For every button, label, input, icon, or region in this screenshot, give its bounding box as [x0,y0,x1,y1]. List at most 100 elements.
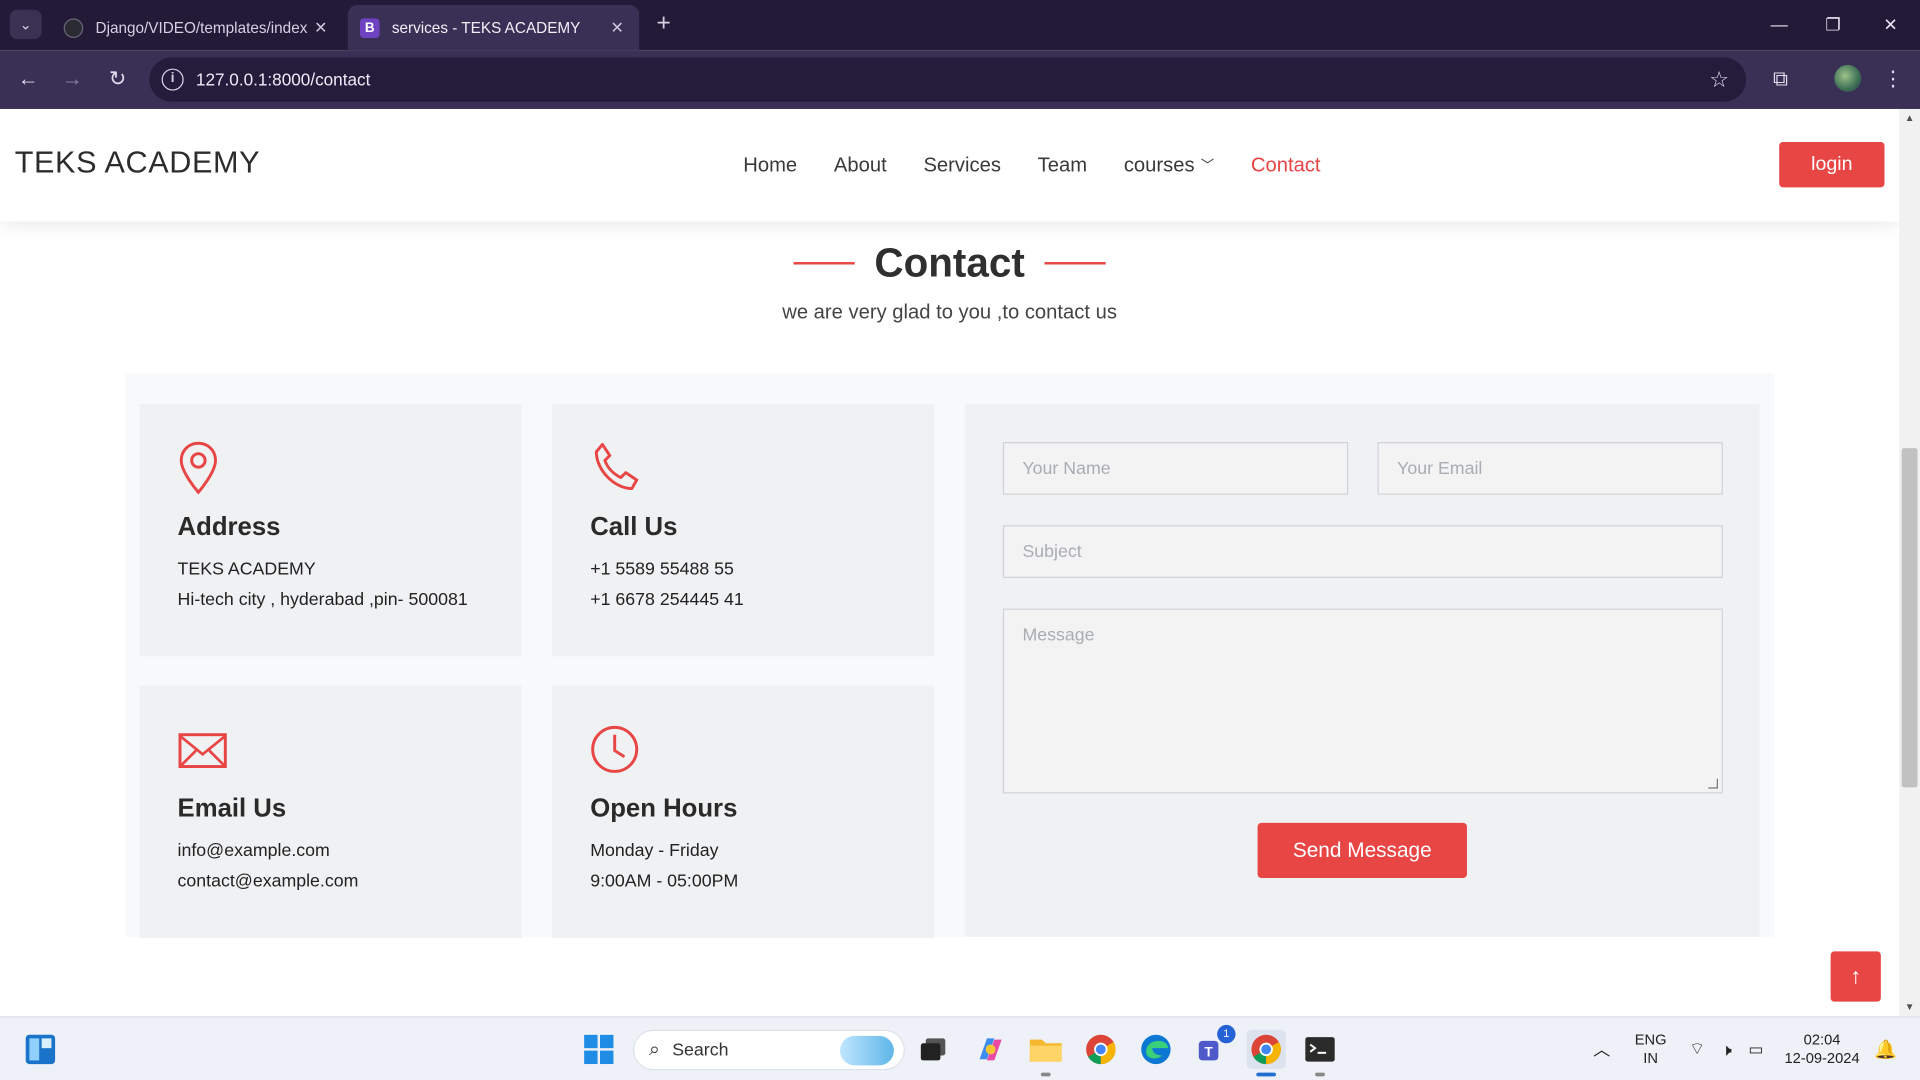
url-text[interactable]: 127.0.0.1:8000/contact [196,58,370,102]
main-nav: Home About Services Team courses ﹀ Contac… [725,109,1339,222]
box-title: Email Us [177,794,287,823]
box-line: +1 6678 254445 41 [590,590,744,610]
message-placeholder: Message [1022,625,1095,646]
profile-avatar[interactable] [1834,64,1862,92]
login-button[interactable]: login [1779,142,1885,188]
nav-label: Services [923,153,1001,176]
chevron-up-icon[interactable]: ︿ [1582,1030,1621,1069]
info-box-email: Email Us info@example.com contact@example… [139,685,522,938]
clock[interactable]: 02:04 12-09-2024 [1778,1031,1866,1068]
clock-icon [590,722,896,776]
tab-search-button[interactable]: ⌄ [9,9,42,40]
close-tab-icon[interactable]: ✕ [311,18,331,38]
minimize-icon[interactable]: — [1755,10,1804,39]
running-indicator [1315,1072,1325,1077]
nav-label: courses [1123,153,1195,176]
file-explorer-icon[interactable] [1026,1030,1065,1077]
close-window-icon[interactable]: ✕ [1866,10,1915,39]
section-title-block: Contact we are very glad to you ,to cont… [0,240,1899,324]
new-tab-button[interactable]: + [649,10,678,39]
info-box-address: Address TEKS ACADEMY Hi-tech city , hyder… [139,404,522,657]
task-view-icon[interactable] [913,1030,952,1069]
box-line: contact@example.com [177,871,359,892]
back-to-top-button[interactable]: ↑ [1830,951,1881,1002]
widgets-icon[interactable] [21,1030,60,1069]
taskbar-search[interactable]: ⌕ Search [633,1029,905,1071]
nav-contact[interactable]: Contact [1233,154,1339,177]
scrollbar-thumb[interactable] [1901,448,1918,788]
address-bar[interactable]: i 127.0.0.1:8000/contact ☆ [149,57,1747,102]
envelope-icon [178,722,484,776]
restore-icon[interactable]: ❐ [1809,10,1858,39]
terminal-icon[interactable] [1300,1030,1339,1077]
nav-label: Contact [1250,153,1321,176]
box-title: Address [177,513,281,542]
bootstrap-icon: B [360,17,380,38]
nav-home[interactable]: Home [725,154,816,177]
box-line: +1 5589 55488 55 [590,559,734,580]
windows-start-icon[interactable] [579,1030,618,1069]
section-title: Contact [774,240,1125,287]
message-textarea[interactable]: Message [1002,608,1723,794]
nav-team[interactable]: Team [1019,154,1105,177]
nav-courses-dropdown[interactable]: courses ﹀ [1105,154,1232,177]
section-subtitle: we are very glad to you ,to contact us [782,301,1117,324]
nav-label: Home [743,153,798,176]
menu-kebab-icon[interactable]: ⋮ [1877,65,1909,94]
email-input[interactable]: Your Email [1377,442,1723,495]
running-indicator [1040,1072,1051,1077]
scroll-down-arrow-icon[interactable]: ▼ [1899,1002,1920,1013]
chrome-icon[interactable] [1081,1030,1120,1069]
date-text: 12-09-2024 [1784,1049,1860,1067]
browser-tab-active[interactable]: B services - TEKS ACADEMY ✕ [347,4,640,51]
title-line-left [793,262,855,265]
edge-icon[interactable] [1136,1030,1175,1069]
notification-badge: 1 [1217,1024,1236,1044]
notification-bell-icon[interactable]: 🔔 [1866,1030,1905,1069]
site-logo[interactable]: TEKS ACADEMY [15,146,261,182]
contact-form: Your Name Your Email Subject Message Sen… [964,404,1760,937]
browser-toolbar: ← → ↻ i 127.0.0.1:8000/contact ☆ ⧉ ⋮ [0,50,1920,109]
subject-input[interactable]: Subject [1002,525,1723,578]
search-icon: ⌕ [648,1038,660,1060]
box-line: Hi-tech city , hyderabad ,pin- 500081 [177,590,468,610]
language-indicator[interactable]: ENG IN [1629,1031,1673,1068]
windows-taskbar: ⌕ Search T 1 ︿ ENG IN ⌔ 🕨 ▭ 02:04 12-09-… [0,1016,1920,1080]
teams-icon[interactable]: T 1 [1193,1024,1236,1069]
lang-line2: IN [1643,1049,1658,1067]
name-input[interactable]: Your Name [1002,442,1349,495]
time-text: 02:04 [1803,1031,1841,1049]
nav-about[interactable]: About [816,154,906,177]
back-icon[interactable]: ← [12,65,44,94]
search-highlight-icon [840,1035,894,1066]
svg-text:T: T [1204,1045,1213,1060]
box-title: Call Us [590,513,678,542]
chrome-active-icon[interactable] [1246,1029,1286,1077]
nav-label: About [833,153,887,176]
send-message-button[interactable]: Send Message [1257,822,1467,878]
box-line: Monday - Friday [590,841,719,861]
extensions-icon[interactable]: ⧉ [1765,65,1797,94]
box-title: Open Hours [590,794,738,823]
web-page: TEKS ACADEMY Home About Services Team co… [0,108,1900,1017]
nav-services[interactable]: Services [905,154,1019,177]
bookmark-star-icon[interactable]: ☆ [1709,58,1729,102]
chevron-down-icon: ﹀ [1200,159,1215,174]
forward-icon[interactable]: → [56,65,88,94]
resize-handle-icon[interactable] [1708,778,1718,789]
close-tab-icon[interactable]: ✕ [607,18,627,38]
arrow-up-icon: ↑ [1850,963,1862,989]
scroll-up-arrow-icon[interactable]: ▲ [1899,113,1920,124]
taskbar-search-label: Search [672,1040,729,1060]
battery-icon[interactable]: ▭ [1736,1030,1775,1069]
info-box-call: Call Us +1 5589 55488 55 +1 6678 254445 4… [552,404,935,657]
page-scrollbar[interactable]: ▲ ▼ [1899,108,1920,1017]
tab-title: Django/VIDEO/templates/index [95,18,308,37]
site-info-icon[interactable]: i [161,68,184,91]
info-box-hours: Open Hours Monday - Friday 9:00AM - 05:00… [552,685,935,938]
github-icon [63,17,84,38]
phone-icon [590,441,896,495]
reload-icon[interactable]: ↻ [102,65,134,94]
browser-tab[interactable]: Django/VIDEO/templates/index ✕ [51,5,342,50]
copilot-icon[interactable] [971,1030,1010,1069]
